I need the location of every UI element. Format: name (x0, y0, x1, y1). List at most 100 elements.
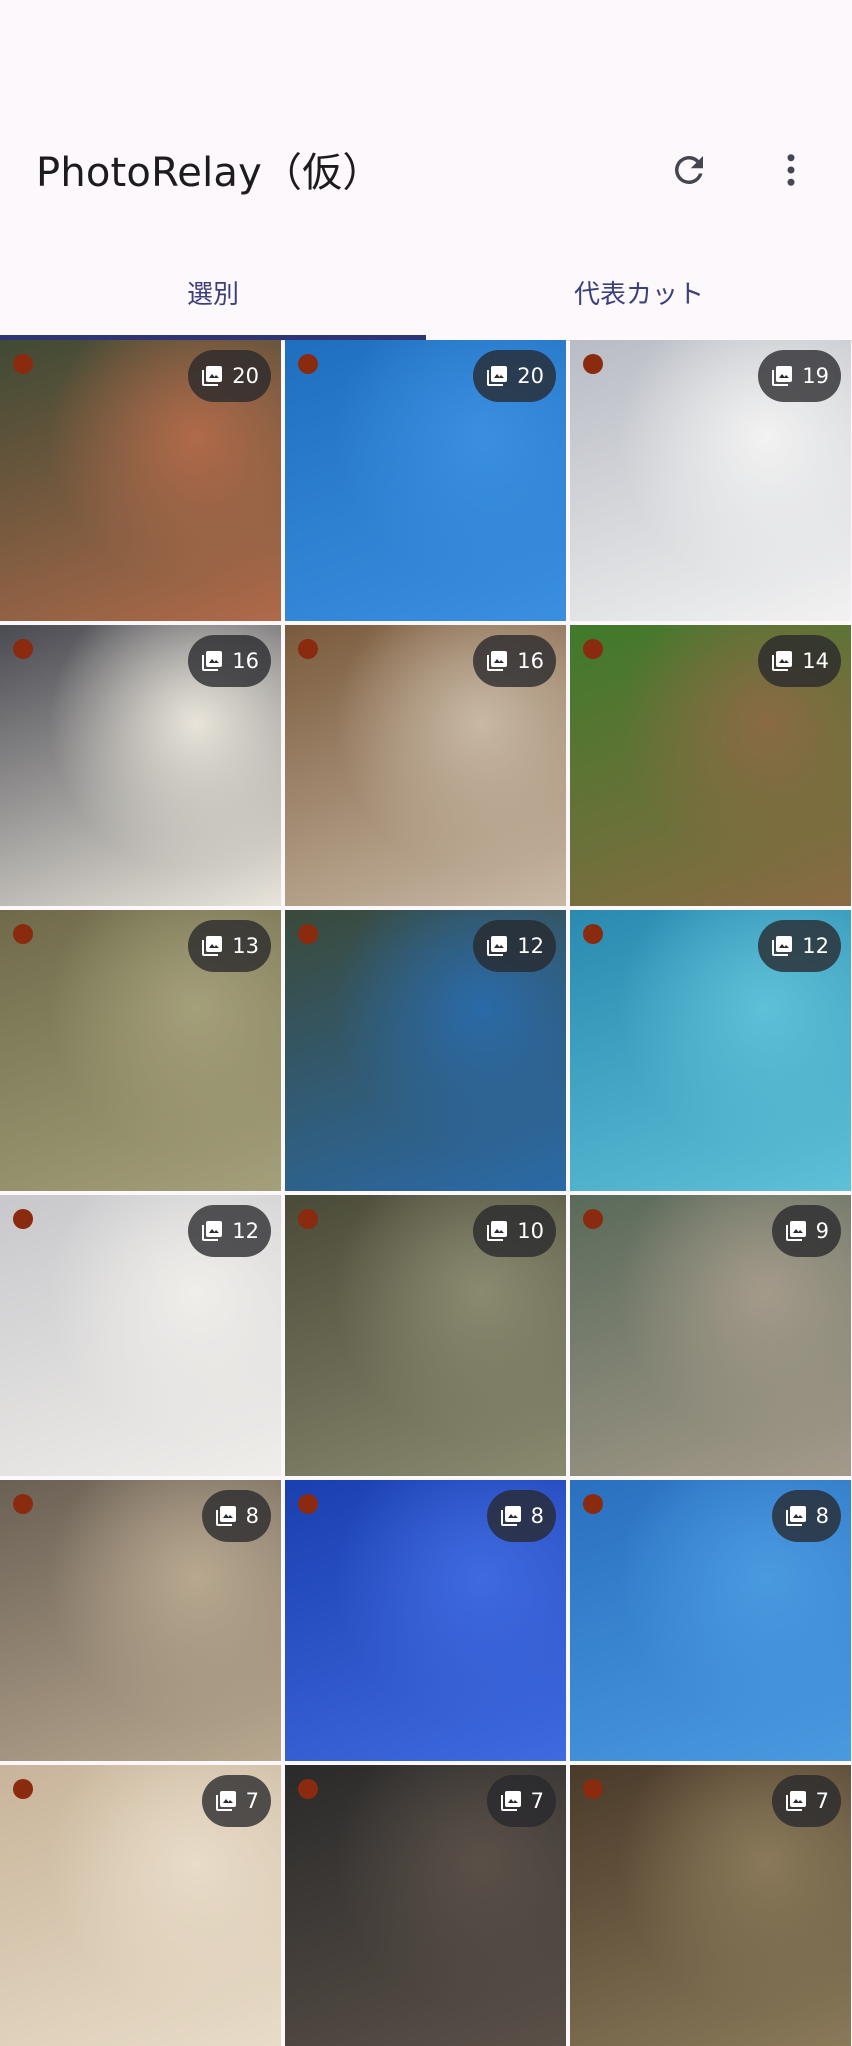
photo-group-tile[interactable]: 8 (0, 1480, 281, 1761)
photo-library-icon (772, 366, 793, 386)
photo-group-tile[interactable]: 20 (0, 340, 281, 621)
status-dot (298, 924, 318, 944)
photo-group-tile[interactable]: 19 (570, 340, 851, 621)
photo-count-badge: 8 (486, 1490, 556, 1542)
tab-bar: 選別 代表カット (0, 245, 852, 341)
photo-count-badge: 8 (201, 1490, 271, 1542)
status-dot (13, 1494, 33, 1514)
photo-count: 9 (815, 1219, 829, 1243)
photo-library-icon (500, 1506, 521, 1526)
photo-library-icon (487, 1221, 508, 1241)
photo-count-badge: 13 (188, 920, 271, 972)
photo-group-tile[interactable]: 7 (285, 1765, 566, 2046)
more-vert-icon (787, 154, 795, 186)
photo-count: 19 (802, 364, 829, 388)
photo-count: 7 (815, 1789, 829, 1813)
tab-sort-label: 選別 (186, 280, 239, 310)
photo-count-badge: 12 (758, 920, 841, 972)
photo-library-icon (487, 936, 508, 956)
photo-library-icon (772, 651, 793, 671)
photo-count: 14 (802, 649, 829, 673)
photo-count-badge: 20 (473, 350, 556, 402)
photo-library-icon (202, 936, 223, 956)
photo-count: 12 (232, 1219, 259, 1243)
photo-count-badge: 16 (188, 635, 271, 687)
photo-library-icon (785, 1791, 806, 1811)
photo-group-tile[interactable]: 12 (570, 910, 851, 1191)
photo-count-badge: 14 (758, 635, 841, 687)
photo-count: 12 (517, 934, 544, 958)
photo-count: 10 (517, 1219, 544, 1243)
photo-group-tile[interactable]: 9 (570, 1195, 851, 1476)
photo-library-icon (487, 366, 508, 386)
photo-count-badge: 7 (486, 1775, 556, 1827)
top-app-bar: PhotoRelay（仮） (0, 0, 852, 245)
status-dot (13, 639, 33, 659)
app-title: PhotoRelay（仮） (36, 150, 383, 196)
photo-count-badge: 12 (473, 920, 556, 972)
status-dot (583, 1494, 603, 1514)
photo-library-icon (202, 1221, 223, 1241)
photo-count-badge: 20 (188, 350, 271, 402)
photo-group-tile[interactable]: 10 (285, 1195, 566, 1476)
tab-representative-label: 代表カット (573, 280, 704, 310)
tab-sort[interactable]: 選別 (0, 245, 426, 340)
status-dot (583, 1779, 603, 1799)
photo-count-badge: 10 (473, 1205, 556, 1257)
photo-library-icon (215, 1791, 236, 1811)
photo-count: 20 (517, 364, 544, 388)
photo-library-icon (202, 366, 223, 386)
photo-group-tile[interactable]: 8 (570, 1480, 851, 1761)
photo-count: 7 (530, 1789, 544, 1813)
photo-group-tile[interactable]: 13 (0, 910, 281, 1191)
status-dot (298, 639, 318, 659)
photo-group-tile[interactable]: 20 (285, 340, 566, 621)
tab-representative[interactable]: 代表カット (426, 245, 852, 340)
photo-count-badge: 9 (771, 1205, 841, 1257)
photo-count: 8 (245, 1504, 259, 1528)
photo-library-icon (772, 936, 793, 956)
photo-count: 20 (232, 364, 259, 388)
status-dot (583, 354, 603, 374)
photo-count-badge: 7 (201, 1775, 271, 1827)
photo-count: 16 (517, 649, 544, 673)
photo-group-tile[interactable]: 16 (285, 625, 566, 906)
status-dot (298, 1494, 318, 1514)
photo-count-badge: 12 (188, 1205, 271, 1257)
photo-count: 16 (232, 649, 259, 673)
photo-library-icon (487, 651, 508, 671)
refresh-button[interactable] (653, 134, 725, 206)
photo-group-tile[interactable]: 16 (0, 625, 281, 906)
photo-count-badge: 19 (758, 350, 841, 402)
status-dot (583, 924, 603, 944)
status-dot (13, 1779, 33, 1799)
status-dot (583, 639, 603, 659)
status-dot (13, 354, 33, 374)
photo-library-icon (785, 1221, 806, 1241)
photo-count-badge: 7 (771, 1775, 841, 1827)
photo-library-icon (785, 1506, 806, 1526)
photo-count-badge: 16 (473, 635, 556, 687)
status-dot (13, 924, 33, 944)
photo-count: 8 (530, 1504, 544, 1528)
photo-group-tile[interactable]: 8 (285, 1480, 566, 1761)
photo-library-icon (215, 1506, 236, 1526)
photo-count: 12 (802, 934, 829, 958)
photo-library-icon (500, 1791, 521, 1811)
photo-count: 13 (232, 934, 259, 958)
photo-group-tile[interactable]: 12 (285, 910, 566, 1191)
photo-group-tile[interactable]: 7 (0, 1765, 281, 2046)
photo-library-icon (202, 651, 223, 671)
status-dot (298, 354, 318, 374)
photo-count: 7 (245, 1789, 259, 1813)
status-dot (298, 1779, 318, 1799)
photo-group-tile[interactable]: 12 (0, 1195, 281, 1476)
status-dot (13, 1209, 33, 1229)
photo-count: 8 (815, 1504, 829, 1528)
refresh-icon (674, 156, 703, 184)
more-options-button[interactable] (755, 134, 827, 206)
photo-group-tile[interactable]: 14 (570, 625, 851, 906)
status-dot (298, 1209, 318, 1229)
photo-group-tile[interactable]: 7 (570, 1765, 851, 2046)
photo-count-badge: 8 (771, 1490, 841, 1542)
